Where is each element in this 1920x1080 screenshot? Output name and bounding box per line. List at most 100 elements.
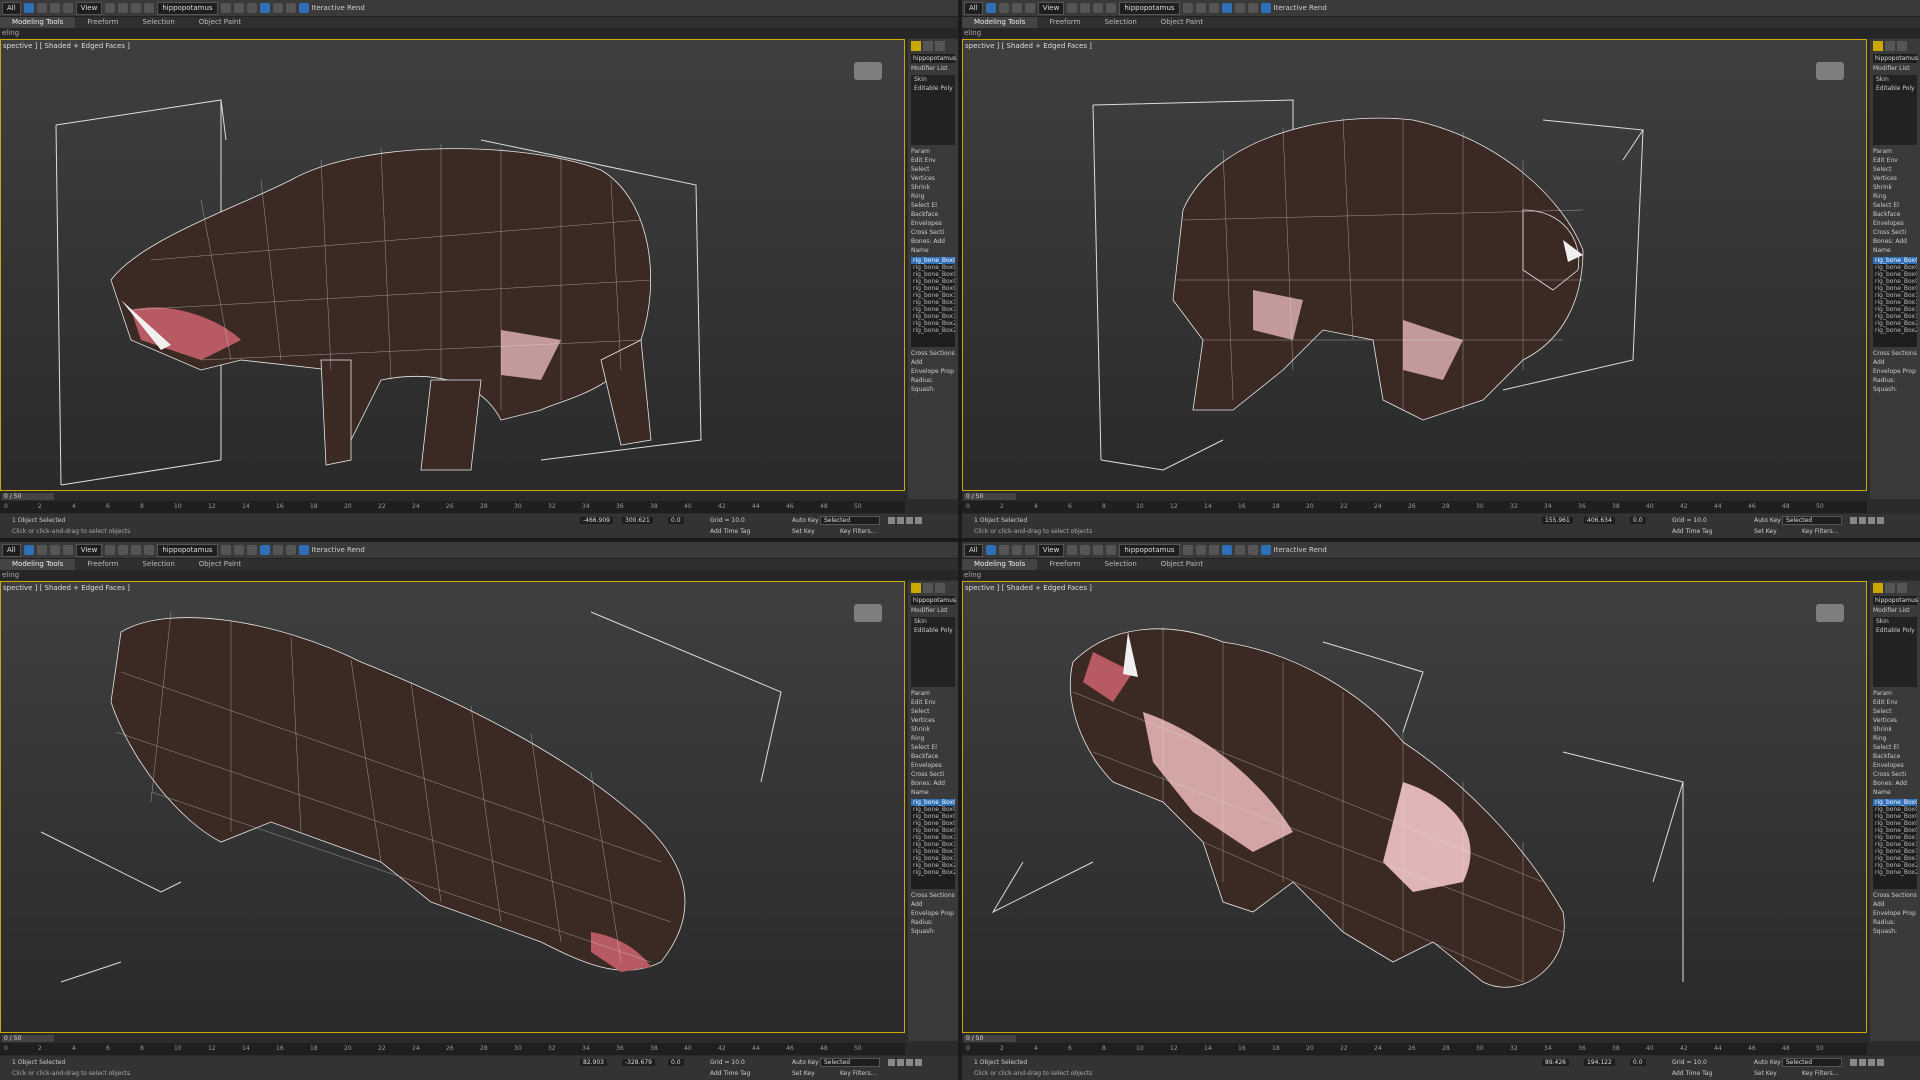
- play-icon[interactable]: [906, 517, 913, 524]
- set-key-button[interactable]: Set Key: [792, 528, 815, 535]
- stack-item-skin[interactable]: Skin: [1873, 617, 1917, 626]
- mirror-icon[interactable]: [220, 545, 231, 555]
- tab-object-paint[interactable]: Object Paint: [187, 17, 253, 28]
- list-item[interactable]: rig_bone_Box19: [911, 855, 955, 862]
- cross-sections-checkbox[interactable]: Cross Secti: [1870, 770, 1920, 779]
- envelopes-checkbox[interactable]: Envelopes: [908, 219, 958, 228]
- time-slider[interactable]: 0 / 50 0 2 4 6 8 10 12 14 16 18 20 22 24…: [0, 493, 905, 513]
- viewport-label[interactable]: spective ] [ Shaded + Edged Faces ]: [965, 584, 1092, 592]
- angle-snap-icon[interactable]: [1093, 3, 1104, 13]
- hippo-model[interactable]: [1, 40, 906, 492]
- list-item[interactable]: rig_bone_Box04: [1873, 806, 1917, 813]
- hippo-model[interactable]: [963, 40, 1868, 492]
- list-item[interactable]: rig_bone_Box13: [911, 848, 955, 855]
- timeline-ruler[interactable]: 0 2 4 6 8 10 12 14 16 18 20 22 24 26 28 …: [962, 501, 1867, 513]
- percent-snap-icon[interactable]: [1106, 3, 1117, 13]
- list-item[interactable]: rig_bone_Box08: [1873, 820, 1917, 827]
- material-editor-icon[interactable]: [1221, 545, 1232, 555]
- key-filters-button[interactable]: Key Filters...: [840, 528, 877, 535]
- selection-filter-dropdown[interactable]: All: [2, 1, 21, 15]
- parameters-rollout[interactable]: Param: [908, 689, 958, 698]
- next-frame-icon[interactable]: [915, 517, 922, 524]
- go-to-start-icon[interactable]: [1850, 1059, 1857, 1066]
- list-item[interactable]: rig_bone_Box06: [911, 813, 955, 820]
- ring-button[interactable]: Ring: [908, 192, 958, 201]
- mirror-icon[interactable]: [1182, 545, 1193, 555]
- render-icon[interactable]: [1260, 3, 1271, 13]
- backface-checkbox[interactable]: Backface: [908, 752, 958, 761]
- object-name-field[interactable]: hippopotamus: [1873, 596, 1918, 605]
- time-slider[interactable]: 0 / 50 0 2 4 6 8 10 12 14 16 18 20 22 24…: [0, 1035, 905, 1055]
- selection-filter-dropdown[interactable]: All: [964, 1, 983, 15]
- hierarchy-tab-icon[interactable]: [1897, 583, 1907, 593]
- envelopes-checkbox[interactable]: Envelopes: [1870, 219, 1920, 228]
- add-time-tag-button[interactable]: Add Time Tag: [1672, 528, 1712, 535]
- snap-icon[interactable]: [1080, 3, 1091, 13]
- list-item[interactable]: rig_bone_Box08: [1873, 278, 1917, 285]
- shrink-button[interactable]: Shrink: [1870, 183, 1920, 192]
- auto-key-button[interactable]: Auto Key: [1754, 517, 1781, 524]
- perspective-viewport[interactable]: spective ] [ Shaded + Edged Faces ]: [0, 39, 905, 491]
- select-object-icon[interactable]: [23, 545, 34, 555]
- list-item[interactable]: rig_bone_Box13: [911, 306, 955, 313]
- list-item[interactable]: rig_bone_Box11: [1873, 299, 1917, 306]
- tab-selection[interactable]: Selection: [1093, 559, 1149, 570]
- prev-frame-icon[interactable]: [897, 1059, 904, 1066]
- add-bone-button[interactable]: Add: [1895, 238, 1907, 245]
- list-item[interactable]: rig_bone_Box10: [1873, 292, 1917, 299]
- envelopes-checkbox[interactable]: Envelopes: [908, 761, 958, 770]
- render-mode-label[interactable]: Iteractive Rend: [1274, 4, 1327, 12]
- go-to-start-icon[interactable]: [1850, 517, 1857, 524]
- list-item[interactable]: rig_bone_Box08: [911, 278, 955, 285]
- next-frame-icon[interactable]: [1877, 517, 1884, 524]
- cross-sections-checkbox[interactable]: Cross Secti: [1870, 228, 1920, 237]
- stack-item-editable-poly[interactable]: Editable Poly: [1873, 626, 1917, 635]
- tab-modeling-tools[interactable]: Modeling Tools: [962, 17, 1038, 28]
- select-object-icon[interactable]: [985, 545, 996, 555]
- shrink-button[interactable]: Shrink: [908, 183, 958, 192]
- list-item[interactable]: rig_bone_Box13: [1873, 306, 1917, 313]
- list-item[interactable]: rig_bone_Box19: [1873, 855, 1917, 862]
- modify-tab-icon[interactable]: [1885, 583, 1895, 593]
- mirror-icon[interactable]: [1182, 3, 1193, 13]
- select-element-checkbox[interactable]: Select El: [1870, 743, 1920, 752]
- add-cross-section-button[interactable]: Add: [908, 900, 958, 909]
- add-time-tag-button[interactable]: Add Time Tag: [710, 528, 750, 535]
- move-icon[interactable]: [1011, 3, 1022, 13]
- list-item[interactable]: rig_bone_Box20: [1873, 320, 1917, 327]
- viewcube-icon[interactable]: [854, 62, 882, 80]
- time-slider[interactable]: 0 / 50 0 2 4 6 8 10 12 14 16 18 20 22 24…: [962, 493, 1867, 513]
- add-bone-button[interactable]: Add: [933, 780, 945, 787]
- y-coord-field[interactable]: 406.634: [1584, 517, 1615, 524]
- snap-icon[interactable]: [118, 3, 129, 13]
- hierarchy-tab-icon[interactable]: [935, 41, 945, 51]
- tab-object-paint[interactable]: Object Paint: [187, 559, 253, 570]
- render-mode-label[interactable]: Iteractive Rend: [312, 546, 365, 554]
- move-icon[interactable]: [49, 545, 60, 555]
- y-coord-field[interactable]: 300.621: [622, 517, 653, 524]
- edit-envelopes-button[interactable]: Edit Env: [908, 156, 958, 165]
- prev-frame-icon[interactable]: [1859, 1059, 1866, 1066]
- named-selection-dropdown[interactable]: hippopotamus: [157, 543, 218, 557]
- move-icon[interactable]: [1011, 545, 1022, 555]
- modifier-stack[interactable]: Skin Editable Poly: [911, 75, 955, 145]
- backface-checkbox[interactable]: Backface: [908, 210, 958, 219]
- move-icon[interactable]: [49, 3, 60, 13]
- list-item[interactable]: rig_bone_Box19: [911, 313, 955, 320]
- prev-frame-icon[interactable]: [1859, 517, 1866, 524]
- next-frame-icon[interactable]: [1877, 1059, 1884, 1066]
- tab-modeling-tools[interactable]: Modeling Tools: [962, 559, 1038, 570]
- render-frame-icon[interactable]: [1247, 545, 1258, 555]
- angle-snap-icon[interactable]: [131, 545, 142, 555]
- time-slider[interactable]: 0 / 50 0 2 4 6 8 10 12 14 16 18 20 22 24…: [962, 1035, 1867, 1055]
- auto-key-button[interactable]: Auto Key: [792, 517, 819, 524]
- list-item[interactable]: rig_bone_Box10: [911, 834, 955, 841]
- vertices-checkbox[interactable]: Vertices: [1870, 174, 1920, 183]
- modify-tab-icon[interactable]: [923, 583, 933, 593]
- percent-snap-icon[interactable]: [144, 3, 155, 13]
- render-setup-icon[interactable]: [1234, 3, 1245, 13]
- select-object-icon[interactable]: [23, 3, 34, 13]
- list-item[interactable]: rig_bone_Box20: [911, 862, 955, 869]
- rotate-icon[interactable]: [1024, 3, 1035, 13]
- add-bone-button[interactable]: Add: [1895, 780, 1907, 787]
